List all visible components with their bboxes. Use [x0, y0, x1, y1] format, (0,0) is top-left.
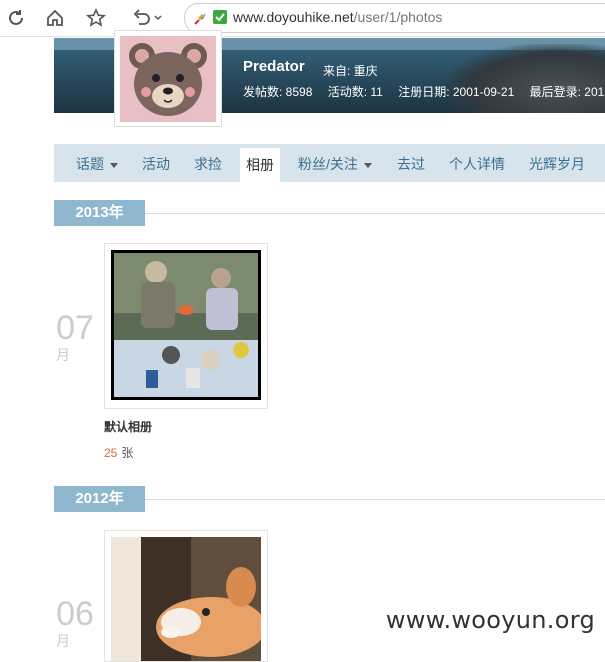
year-label-2012: 2012年 [54, 486, 145, 512]
tab-glory-years[interactable]: 光辉岁月 [529, 144, 585, 182]
chevron-down-icon [363, 162, 372, 168]
undo-history-icon[interactable] [130, 6, 166, 30]
album-photo-dog [111, 537, 261, 661]
month-number: 06 [56, 595, 94, 633]
bookmark-star-icon[interactable] [84, 6, 108, 30]
tab-albums[interactable]: 相册 [240, 148, 280, 182]
album-cover[interactable] [104, 530, 268, 662]
profile-nav: 话题 活动 求捡 相册 粉丝/关注 去过 个人详情 光辉岁月 [54, 144, 605, 182]
chevron-down-icon [110, 162, 118, 168]
post-count: 发帖数: 8598 [243, 85, 313, 99]
month-unit: 月 [56, 347, 70, 363]
album-photo-count: 25 张 [104, 446, 134, 460]
register-date: 注册日期: 2001-09-21 [398, 85, 515, 99]
browser-toolbar: www.doyouhike.net/user/1/photos [0, 0, 605, 37]
year-divider [145, 213, 605, 214]
album-title[interactable]: 默认相册 [104, 418, 152, 435]
tab-fans-follow[interactable]: 粉丝/关注 [298, 144, 372, 182]
tab-activities[interactable]: 活动 [142, 144, 170, 182]
tab-qiujian[interactable]: 求捡 [194, 144, 222, 182]
month-unit: 月 [56, 633, 70, 649]
tab-visited[interactable]: 去过 [397, 144, 425, 182]
month-number: 07 [56, 309, 94, 347]
avatar[interactable] [114, 30, 222, 127]
secure-check-icon [213, 10, 227, 24]
address-bar[interactable]: www.doyouhike.net/user/1/photos [184, 3, 605, 33]
profile-username[interactable]: Predator [243, 58, 305, 75]
activity-count: 活动数: 11 [327, 85, 383, 99]
month-marker: 06 月 [54, 596, 96, 650]
profile-location: 来自: 重庆 [323, 64, 378, 78]
album-cover[interactable] [104, 243, 268, 409]
album-photo-picnic [111, 250, 261, 400]
site-favicon-icon [193, 10, 209, 31]
last-login: 最后登录: 2015 [529, 85, 605, 99]
watermark-text: www.wooyun.org [385, 606, 595, 634]
home-icon[interactable] [43, 6, 67, 30]
month-marker: 07 月 [54, 310, 96, 364]
year-label-2013: 2013年 [54, 200, 145, 226]
reload-icon[interactable] [4, 6, 28, 30]
year-divider [145, 499, 605, 500]
profile-stats: 发帖数: 8598 活动数: 11 注册日期: 2001-09-21 最后登录:… [243, 83, 605, 100]
address-url[interactable]: www.doyouhike.net/user/1/photos [233, 9, 442, 25]
bear-avatar-image [120, 36, 216, 122]
tab-profile-details[interactable]: 个人详情 [449, 144, 505, 182]
tab-topics[interactable]: 话题 [76, 144, 118, 182]
